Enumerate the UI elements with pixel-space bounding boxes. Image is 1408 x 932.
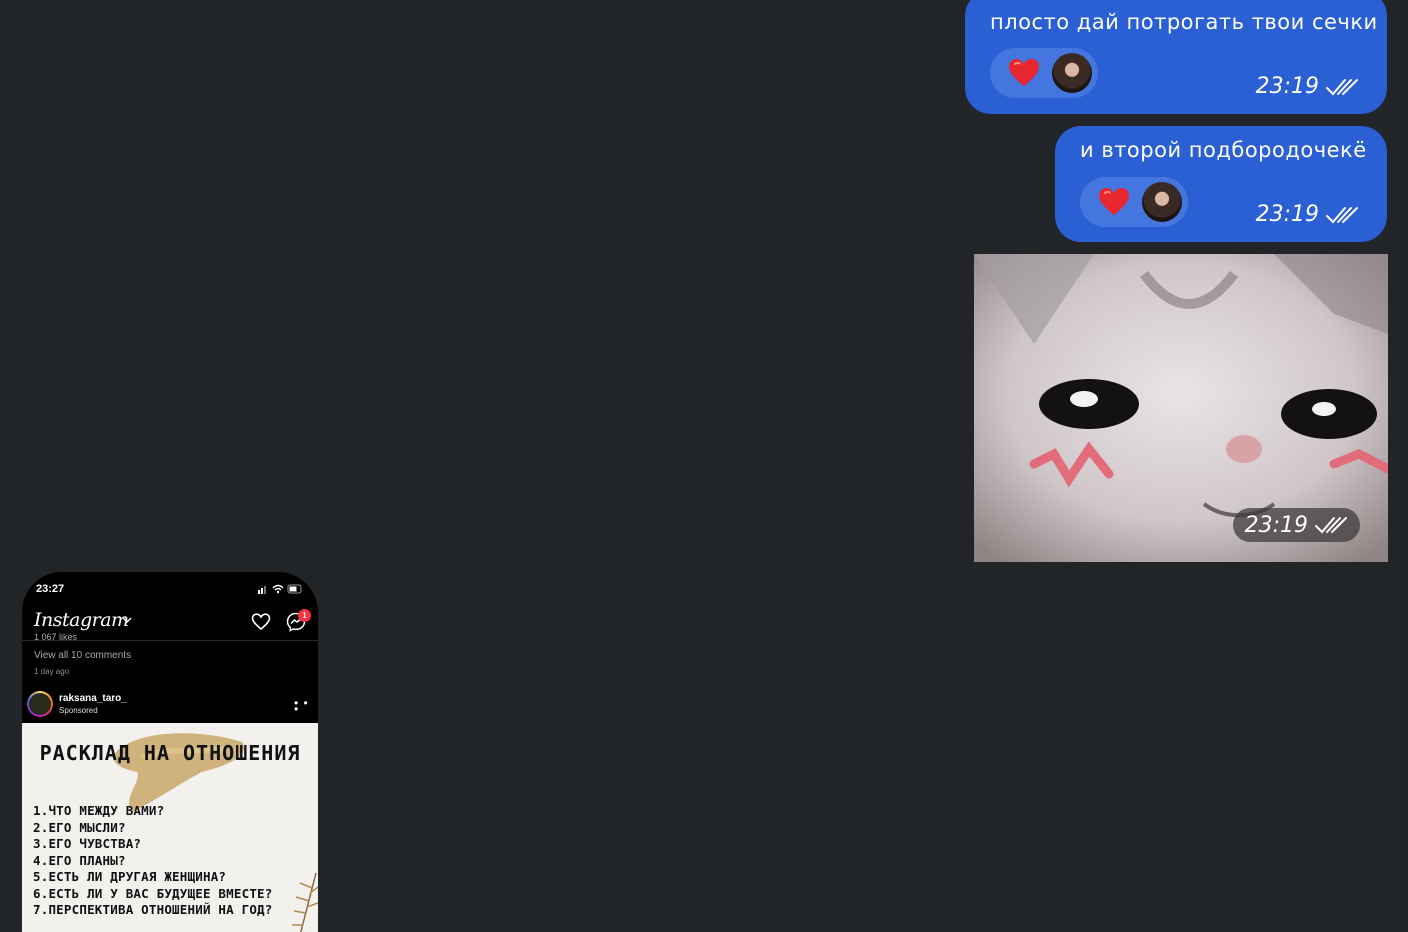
- list-item: 7.ПЕРСПЕКТИВА ОТНОШЕНИЙ НА ГОД?: [33, 902, 273, 917]
- double-check-icon: [1326, 206, 1358, 223]
- reaction-pill[interactable]: [1080, 177, 1188, 227]
- outgoing-message[interactable]: и второй подбородочекё 23:19: [1055, 126, 1387, 242]
- view-comments-link[interactable]: View all 10 comments: [34, 650, 131, 661]
- message-time: 23:19: [1255, 74, 1319, 99]
- list-item: 2.ЕГО МЫСЛИ?: [33, 819, 126, 835]
- more-options-icon[interactable]: • • •: [294, 697, 318, 715]
- photo-message[interactable]: 23:19: [974, 254, 1388, 562]
- list-item: 6.ЕСТЬ ЛИ У ВАС БУДУЩЕЕ ВМЕСТЕ?: [33, 885, 273, 901]
- post-title: РАСКЛАД НА ОТНОШЕНИЯ: [39, 741, 301, 765]
- screenshot-attachment[interactable]: 23:27 Instagram 1 1 067 likes View all 1…: [22, 572, 318, 932]
- message-text: и второй подбородочекё: [1080, 138, 1367, 162]
- chevron-down-icon[interactable]: [122, 617, 132, 624]
- heart-icon: [1099, 188, 1129, 215]
- status-time: 23:27: [36, 583, 65, 595]
- post-time-ago: 1 day ago: [34, 667, 70, 676]
- status-icons: [258, 584, 302, 594]
- post-image: РАСКЛАД НА ОТНОШЕНИЯ 1.ЧТО МЕЖДУ ВАМИ? 2…: [22, 723, 318, 932]
- sponsored-label: Sponsored: [59, 706, 98, 715]
- reactor-avatar[interactable]: [1142, 182, 1182, 222]
- reactor-avatar[interactable]: [1052, 53, 1092, 93]
- double-check-icon: [1326, 78, 1358, 95]
- list-item: 3.ЕГО ЧУВСТВА?: [33, 836, 142, 851]
- outgoing-message[interactable]: плосто дай потрогать твои сечки 23:19: [965, 0, 1387, 114]
- divider: [22, 640, 318, 641]
- notification-badge: 1: [298, 609, 311, 622]
- message-time: 23:19: [1255, 202, 1319, 227]
- photo-time: 23:19: [1244, 512, 1308, 538]
- list-item: 5.ЕСТЬ ЛИ ДРУГАЯ ЖЕНЩИНА?: [33, 869, 227, 884]
- message-text: плосто дай потрогать твои сечки: [990, 10, 1378, 34]
- avatar[interactable]: [27, 691, 53, 717]
- reaction-pill[interactable]: [990, 48, 1098, 98]
- heart-icon: [1009, 59, 1039, 86]
- post-list: 1.ЧТО МЕЖДУ ВАМИ? 2.ЕГО МЫСЛИ? 3.ЕГО ЧУВ…: [33, 803, 273, 919]
- list-item: 1.ЧТО МЕЖДУ ВАМИ?: [33, 803, 165, 818]
- post-username[interactable]: raksana_taro_: [59, 693, 127, 704]
- heart-outline-icon[interactable]: [251, 613, 271, 631]
- photo-time-badge: 23:19: [1232, 508, 1360, 542]
- list-item: 4.ЕГО ПЛАНЫ?: [33, 852, 126, 868]
- double-check-icon: [1315, 517, 1347, 534]
- instagram-logo: Instagram: [34, 609, 129, 631]
- branch-decoration: [292, 873, 318, 932]
